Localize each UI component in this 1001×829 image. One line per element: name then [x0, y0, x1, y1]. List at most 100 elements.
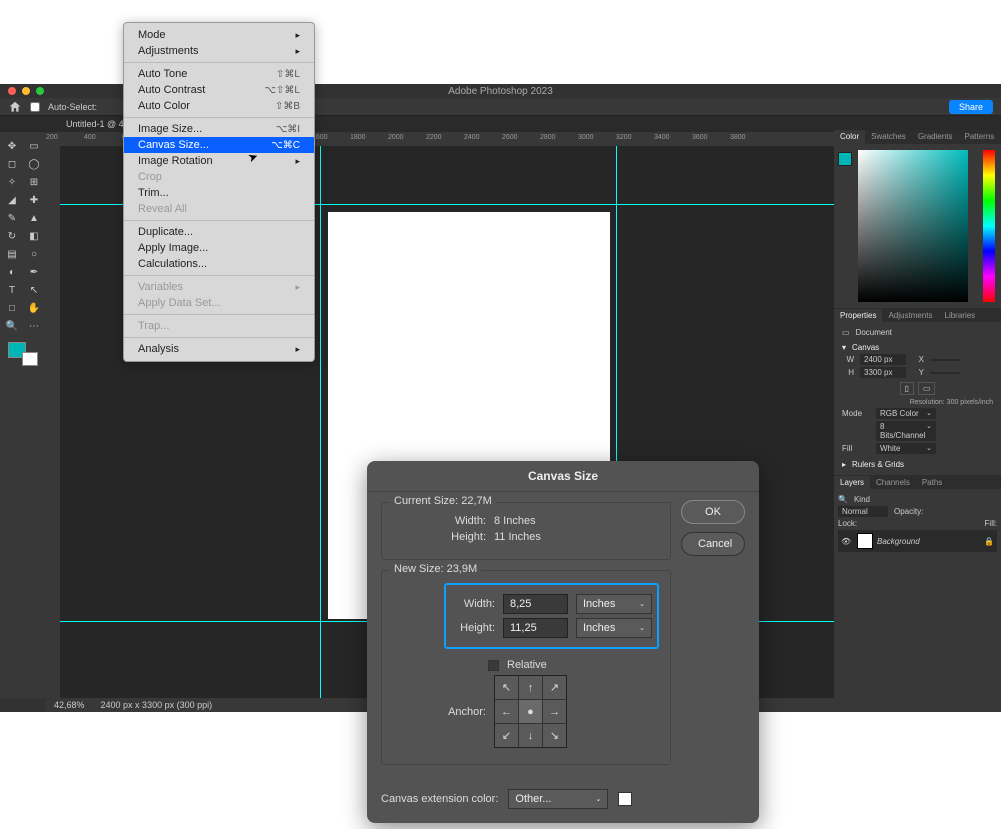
- auto-select-checkbox[interactable]: [30, 102, 40, 112]
- type-tool[interactable]: T: [2, 282, 22, 298]
- blend-mode-select[interactable]: Normal: [838, 506, 888, 517]
- tab-paths[interactable]: Paths: [916, 476, 948, 489]
- color-picker[interactable]: [834, 144, 1001, 308]
- tab-adjustments[interactable]: Adjustments: [882, 309, 938, 322]
- menu-item-auto-color[interactable]: Auto Color⇧⌘B: [124, 98, 314, 114]
- shape-tool[interactable]: □: [2, 300, 22, 316]
- eraser-tool[interactable]: ◧: [24, 228, 44, 244]
- anchor-center[interactable]: ●: [519, 700, 542, 723]
- extension-color-swatch[interactable]: [618, 792, 632, 806]
- anchor-ne[interactable]: ↗: [543, 676, 566, 699]
- width-unit-select[interactable]: Inches⌄: [576, 594, 652, 614]
- blur-tool[interactable]: ○: [24, 246, 44, 262]
- tab-gradients[interactable]: Gradients: [912, 130, 959, 144]
- tab-layers[interactable]: Layers: [834, 476, 870, 489]
- properties-panel: ▭Document ▾ Canvas W 2400 px X H 3300 px…: [834, 322, 1001, 475]
- menu-item-adjustments[interactable]: Adjustments▸: [124, 43, 314, 59]
- layer-row[interactable]: 👁 Background 🔒: [838, 530, 997, 552]
- ok-button[interactable]: OK: [681, 500, 745, 524]
- eyedropper-tool[interactable]: ◢: [2, 192, 22, 208]
- orientation-landscape-button[interactable]: ▭: [918, 382, 936, 395]
- color-swatches[interactable]: [8, 342, 38, 366]
- x-value[interactable]: [930, 359, 960, 361]
- bits-select[interactable]: 8 Bits/Channel⌄: [876, 421, 936, 441]
- menu-item-analysis[interactable]: Analysis▸: [124, 341, 314, 357]
- home-icon[interactable]: [8, 100, 22, 114]
- anchor-w[interactable]: ←: [495, 700, 518, 723]
- lasso-tool[interactable]: ◯: [24, 156, 44, 172]
- anchor-sw[interactable]: ↙: [495, 724, 518, 747]
- tab-libraries[interactable]: Libraries: [939, 309, 982, 322]
- anchor-se[interactable]: ↘: [543, 724, 566, 747]
- y-label: Y: [912, 368, 924, 377]
- ruler-tick: 2000: [388, 134, 404, 141]
- history-brush-tool[interactable]: ↻: [2, 228, 22, 244]
- cancel-button[interactable]: Cancel: [681, 532, 745, 556]
- orientation-portrait-button[interactable]: ▯: [900, 382, 914, 395]
- wand-tool[interactable]: ✧: [2, 174, 22, 190]
- fill-select[interactable]: White⌄: [876, 443, 936, 454]
- anchor-n[interactable]: ↑: [519, 676, 542, 699]
- anchor-s[interactable]: ↓: [519, 724, 542, 747]
- maximize-window-button[interactable]: [36, 87, 44, 95]
- artboard-tool[interactable]: ▭: [24, 138, 44, 154]
- layer-thumbnail[interactable]: [857, 533, 873, 549]
- height-value[interactable]: 3300 px: [860, 367, 906, 378]
- marquee-tool[interactable]: ◻: [2, 156, 22, 172]
- mode-select[interactable]: RGB Color⌄: [876, 408, 936, 419]
- height-unit-select[interactable]: Inches⌄: [576, 618, 652, 638]
- brush-tool[interactable]: ✎: [2, 210, 22, 226]
- visibility-icon[interactable]: 👁: [841, 537, 853, 546]
- zoom-level[interactable]: 42,68%: [54, 700, 85, 710]
- tab-patterns[interactable]: Patterns: [959, 130, 1001, 144]
- minimize-window-button[interactable]: [22, 87, 30, 95]
- path-tool[interactable]: ↖: [24, 282, 44, 298]
- menu-item-mode[interactable]: Mode▸: [124, 27, 314, 43]
- anchor-grid[interactable]: ↖ ↑ ↗ ← ● → ↙ ↓ ↘: [494, 675, 567, 748]
- menu-item-canvas-size[interactable]: Canvas Size...⌥⌘C: [124, 137, 314, 153]
- canvas-section-header[interactable]: Canvas: [852, 343, 879, 352]
- anchor-nw[interactable]: ↖: [495, 676, 518, 699]
- menu-item-apply-data-set: Apply Data Set...: [124, 295, 314, 311]
- move-tool[interactable]: ✥: [2, 138, 22, 154]
- tab-swatches[interactable]: Swatches: [865, 130, 912, 144]
- menu-item-auto-contrast[interactable]: Auto Contrast⌥⇧⌘L: [124, 82, 314, 98]
- relative-checkbox[interactable]: [488, 660, 499, 671]
- tab-color[interactable]: Color: [834, 130, 865, 144]
- menu-item-auto-tone[interactable]: Auto Tone⇧⌘L: [124, 66, 314, 82]
- width-value[interactable]: 2400 px: [860, 354, 906, 365]
- menu-item-calculations[interactable]: Calculations...: [124, 256, 314, 272]
- hue-slider[interactable]: [983, 150, 995, 302]
- layer-name[interactable]: Background: [877, 537, 920, 546]
- new-height-input[interactable]: [503, 618, 568, 638]
- zoom-tool[interactable]: 🔍: [2, 318, 22, 334]
- hand-tool[interactable]: ✋: [24, 300, 44, 316]
- kind-filter[interactable]: Kind: [854, 495, 870, 504]
- crop-tool[interactable]: ⊞: [24, 174, 44, 190]
- rulers-section-header[interactable]: Rulers & Grids: [852, 460, 904, 469]
- menu-item-apply-image[interactable]: Apply Image...: [124, 240, 314, 256]
- pen-tool[interactable]: ✒: [24, 264, 44, 280]
- menu-item-image-rotation[interactable]: Image Rotation▸: [124, 153, 314, 169]
- menu-item-trim[interactable]: Trim...: [124, 185, 314, 201]
- close-window-button[interactable]: [8, 87, 16, 95]
- saturation-brightness-field[interactable]: [858, 150, 968, 302]
- current-color-swatch[interactable]: [838, 152, 852, 166]
- guide-vertical[interactable]: [320, 146, 321, 698]
- dodge-tool[interactable]: ◐: [2, 264, 22, 280]
- gradient-tool[interactable]: ▤: [2, 246, 22, 262]
- background-color[interactable]: [22, 352, 38, 366]
- anchor-e[interactable]: →: [543, 700, 566, 723]
- new-width-input[interactable]: [503, 594, 568, 614]
- heal-tool[interactable]: ✚: [24, 192, 44, 208]
- more-tools[interactable]: ⋯: [24, 318, 44, 334]
- share-button[interactable]: Share: [949, 100, 993, 114]
- menu-item-duplicate[interactable]: Duplicate...: [124, 224, 314, 240]
- extension-color-select[interactable]: Other...⌄: [508, 789, 608, 809]
- lock-icon[interactable]: 🔒: [984, 537, 994, 546]
- tab-channels[interactable]: Channels: [870, 476, 916, 489]
- tab-properties[interactable]: Properties: [834, 309, 882, 322]
- menu-item-image-size[interactable]: Image Size...⌥⌘I: [124, 121, 314, 137]
- y-value[interactable]: [930, 372, 960, 374]
- stamp-tool[interactable]: ▲: [24, 210, 44, 226]
